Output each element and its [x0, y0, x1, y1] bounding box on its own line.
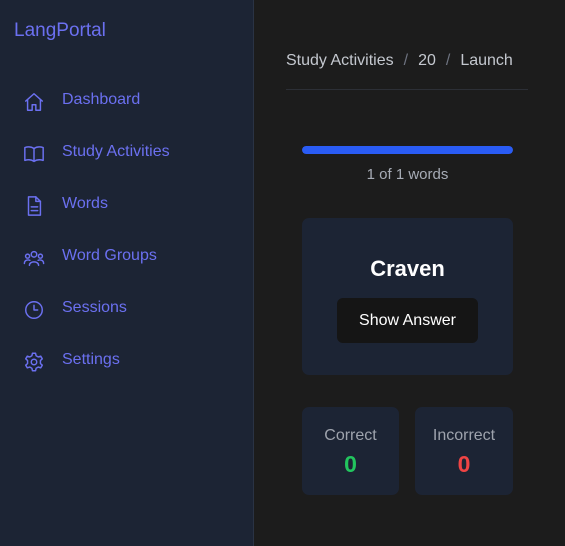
home-icon — [22, 90, 46, 114]
correct-stat-value: 0 — [344, 451, 357, 477]
document-icon — [22, 194, 46, 218]
flashcard-word: Craven — [370, 256, 445, 281]
main-content: Study Activities / 20 / Launch 1 of 1 wo… — [254, 0, 565, 546]
sidebar-item-sessions[interactable]: Sessions — [0, 289, 253, 329]
sidebar-item-label: Words — [62, 195, 108, 212]
sidebar: LangPortal Dashboard Study Activities Wo… — [0, 0, 254, 546]
incorrect-stat-label: Incorrect — [432, 427, 496, 444]
book-open-icon — [22, 142, 46, 166]
progress-bar-fill — [302, 146, 513, 154]
users-icon — [22, 246, 46, 270]
clock-icon — [22, 298, 46, 322]
sidebar-item-settings[interactable]: Settings — [0, 341, 253, 381]
incorrect-stat-value: 0 — [457, 451, 471, 477]
breadcrumb: Study Activities / 20 / Launch — [286, 52, 513, 70]
sidebar-item-label: Word Groups — [62, 247, 157, 264]
sidebar-item-label: Settings — [62, 351, 120, 368]
show-answer-button[interactable]: Show Answer — [337, 298, 478, 343]
progress-bar — [302, 146, 513, 154]
sidebar-item-words[interactable]: Words — [0, 185, 253, 225]
brand-logo[interactable]: LangPortal — [14, 20, 106, 42]
flashcard: Craven Show Answer — [302, 218, 513, 375]
header-divider — [286, 89, 528, 90]
app-root: LangPortal Dashboard Study Activities Wo… — [0, 0, 565, 546]
sidebar-item-dashboard[interactable]: Dashboard — [0, 81, 253, 121]
correct-stat-label: Correct — [324, 427, 377, 444]
sidebar-item-study-activities[interactable]: Study Activities — [0, 133, 253, 173]
gear-icon — [22, 350, 46, 374]
sidebar-item-word-groups[interactable]: Word Groups — [0, 237, 253, 277]
correct-stat-card: Correct 0 — [302, 407, 399, 495]
breadcrumb-separator: / — [445, 52, 451, 69]
sidebar-item-label: Dashboard — [62, 91, 141, 108]
breadcrumb-item-launch: Launch — [460, 52, 513, 69]
breadcrumb-separator: / — [403, 52, 409, 69]
sidebar-item-label: Sessions — [62, 299, 127, 316]
breadcrumb-item-study-activities[interactable]: Study Activities — [286, 52, 394, 70]
progress-text: 1 of 1 words — [366, 166, 449, 183]
breadcrumb-item-activity-id[interactable]: 20 — [418, 52, 436, 70]
sidebar-item-label: Study Activities — [62, 143, 170, 160]
incorrect-stat-card: Incorrect 0 — [415, 407, 513, 495]
